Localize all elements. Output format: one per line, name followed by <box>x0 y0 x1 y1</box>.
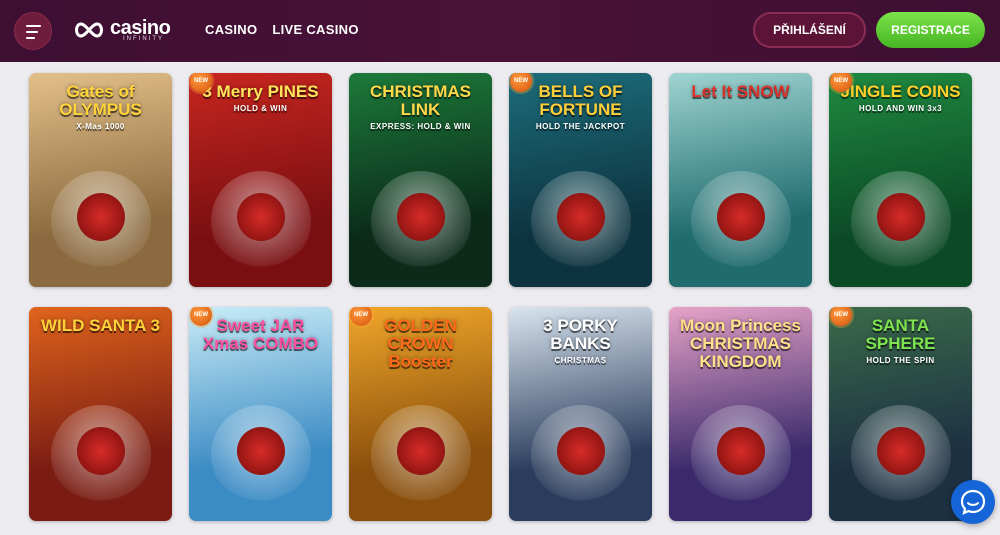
game-title: CHRISTMAS LINK EXPRESS: HOLD & WIN <box>355 83 486 132</box>
game-tile[interactable]: Sweet JAR Xmas COMBO NEW <box>189 307 332 521</box>
game-title: 3 PORKY BANKS CHRISTMAS <box>515 317 646 366</box>
game-subtitle: HOLD AND WIN 3x3 <box>858 104 943 113</box>
game-title: JINGLE COINS HOLD AND WIN 3x3 <box>835 83 966 114</box>
hamburger-icon <box>26 25 41 27</box>
game-tile[interactable]: Let It SNOW <box>669 73 812 287</box>
game-accent-art <box>77 193 125 241</box>
game-accent-art <box>77 427 125 475</box>
game-accent-art <box>397 193 445 241</box>
game-subtitle: EXPRESS: HOLD & WIN <box>370 122 471 131</box>
game-artwork <box>29 307 172 521</box>
game-accent-art <box>877 427 925 475</box>
game-subtitle: CHRISTMAS <box>554 356 607 365</box>
game-artwork <box>669 73 812 287</box>
game-accent-art <box>877 193 925 241</box>
main-nav: CASINO LIVE CASINO <box>205 22 359 37</box>
nav-casino[interactable]: CASINO <box>205 22 257 37</box>
register-button[interactable]: REGISTRACE <box>876 12 985 48</box>
game-title-text: Sweet JAR Xmas COMBO <box>202 316 319 353</box>
game-title-text: Gates of OLYMPUS <box>59 82 142 119</box>
game-accent-art <box>717 427 765 475</box>
game-tile[interactable]: WILD SANTA 3 <box>29 307 172 521</box>
game-tile[interactable]: GOLDEN CROWN Booster NEW <box>349 307 492 521</box>
game-subtitle: HOLD & WIN <box>233 104 288 113</box>
game-tile[interactable]: BELLS OF FORTUNE HOLD THE JACKPOT NEW <box>509 73 652 287</box>
game-title-text: 3 Merry PINES <box>202 82 319 101</box>
game-title: Sweet JAR Xmas COMBO <box>195 317 326 353</box>
chat-bubble-icon <box>960 489 986 515</box>
game-subtitle: HOLD THE SPIN <box>866 356 935 365</box>
game-accent-art <box>397 427 445 475</box>
game-accent-art <box>557 193 605 241</box>
game-tile[interactable]: JINGLE COINS HOLD AND WIN 3x3 NEW <box>829 73 972 287</box>
game-title-text: Moon Princess CHRISTMAS KINGDOM <box>680 316 801 371</box>
game-title: Let It SNOW <box>675 83 806 101</box>
game-tile[interactable]: 3 Merry PINES HOLD & WIN NEW <box>189 73 332 287</box>
game-title: Moon Princess CHRISTMAS KINGDOM <box>675 317 806 371</box>
game-title-text: GOLDEN CROWN Booster <box>384 316 457 371</box>
top-header: casino INFINITY CASINO LIVE CASINO PŘIHL… <box>0 0 1000 62</box>
game-title-text: JINGLE COINS <box>840 82 961 101</box>
game-title: GOLDEN CROWN Booster <box>355 317 486 371</box>
game-tile[interactable]: CHRISTMAS LINK EXPRESS: HOLD & WIN <box>349 73 492 287</box>
game-title-text: Let It SNOW <box>691 82 790 101</box>
nav-live-casino[interactable]: LIVE CASINO <box>272 22 358 37</box>
menu-button[interactable] <box>14 12 52 50</box>
game-tile[interactable]: Gates of OLYMPUS X-Mas 1000 <box>29 73 172 287</box>
game-title: BELLS OF FORTUNE HOLD THE JACKPOT <box>515 83 646 132</box>
game-title-text: SANTA SPHERE <box>865 316 936 353</box>
game-tile[interactable]: Moon Princess CHRISTMAS KINGDOM <box>669 307 812 521</box>
login-button[interactable]: PŘIHLÁŠENÍ <box>753 12 866 48</box>
game-title-text: BELLS OF FORTUNE <box>538 82 623 119</box>
game-title: Gates of OLYMPUS X-Mas 1000 <box>35 83 166 132</box>
logo-subtext: INFINITY <box>123 36 164 42</box>
game-title: WILD SANTA 3 <box>35 317 166 335</box>
game-accent-art <box>237 427 285 475</box>
infinity-icon <box>75 22 103 38</box>
game-accent-art <box>557 427 605 475</box>
game-accent-art <box>237 193 285 241</box>
game-title-text: WILD SANTA 3 <box>41 316 160 335</box>
game-subtitle: X-Mas 1000 <box>76 122 125 131</box>
hamburger-icon-line <box>26 37 35 39</box>
game-accent-art <box>717 193 765 241</box>
hamburger-icon-line <box>26 31 38 33</box>
chat-button[interactable] <box>951 480 995 524</box>
game-title-text: CHRISTMAS LINK <box>369 82 472 119</box>
game-title: 3 Merry PINES HOLD & WIN <box>195 83 326 114</box>
game-subtitle: HOLD THE JACKPOT <box>535 122 626 131</box>
game-title-text: 3 PORKY BANKS <box>543 316 618 353</box>
casino-infinity-logo[interactable]: casino INFINITY <box>72 17 184 43</box>
game-tile[interactable]: 3 PORKY BANKS CHRISTMAS <box>509 307 652 521</box>
game-title: SANTA SPHERE HOLD THE SPIN <box>835 317 966 366</box>
